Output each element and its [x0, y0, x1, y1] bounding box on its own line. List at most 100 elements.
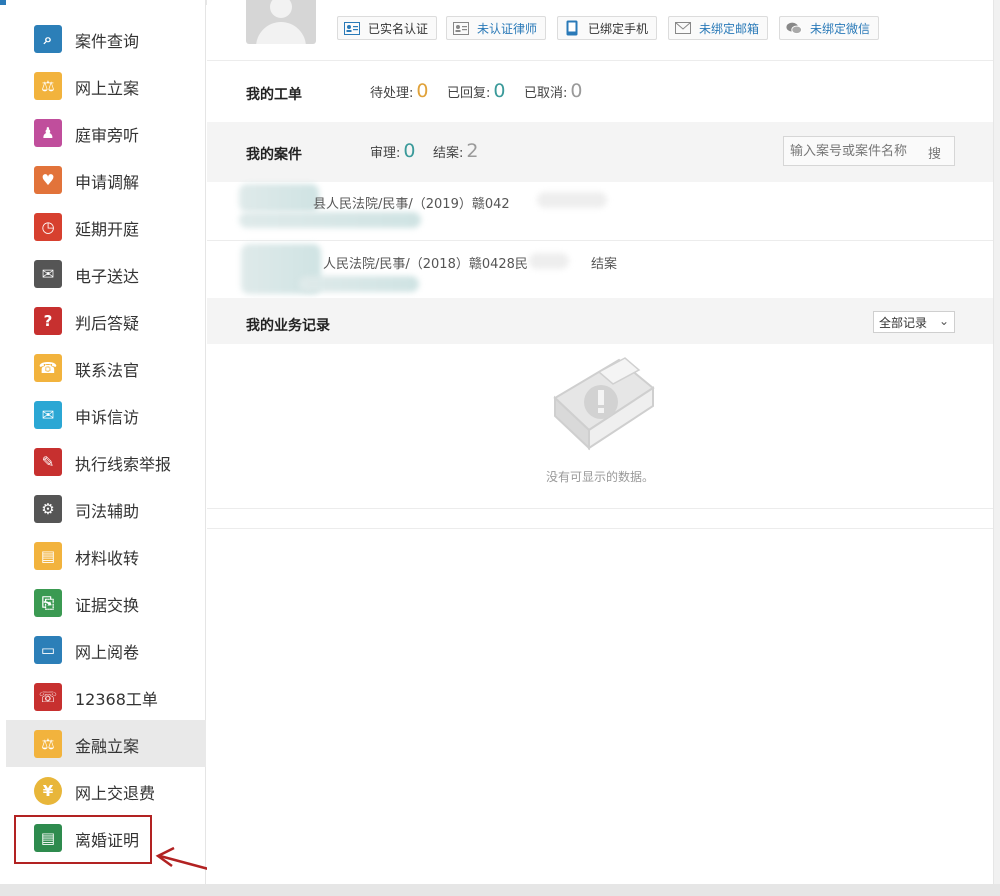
cancelled-label: 已取消:	[524, 86, 568, 101]
sidebar-item-report[interactable]: ✎ 执行线索举报	[6, 438, 206, 485]
badge-phone-device[interactable]: 已绑定手机	[557, 16, 658, 40]
closed-value[interactable]: 2	[466, 140, 478, 162]
sidebar-item-delivery[interactable]: ✉ 电子送达	[6, 250, 206, 297]
replied-label: 已回复:	[447, 86, 491, 101]
closed-stat: 结案: 2	[433, 140, 478, 162]
badge-label: 已实名认证	[368, 21, 429, 36]
badge-id-card[interactable]: 已实名认证	[337, 16, 438, 40]
sidebar-item-assist[interactable]: ⚙ 司法辅助	[6, 485, 206, 532]
divider	[207, 528, 993, 529]
wechat-icon	[786, 21, 802, 35]
sidebar-item-question[interactable]: ? 判后答疑	[6, 297, 206, 344]
handshake-heart-icon: ♥	[34, 166, 62, 194]
redacted-blur	[239, 184, 319, 212]
sidebar-item-label: 联系法官	[75, 361, 140, 380]
sidebar-item-label: 离婚证明	[75, 831, 140, 850]
badge-envelope[interactable]: 未绑定邮箱	[668, 16, 769, 40]
badge-lawyer-card[interactable]: 未认证律师	[446, 16, 547, 40]
scrollbar[interactable]	[993, 0, 1000, 884]
redacted-blur	[299, 276, 419, 292]
badge-label: 未认证律师	[477, 21, 538, 36]
badge-label: 未绑定微信	[810, 21, 871, 36]
trial-value[interactable]: 0	[403, 140, 415, 162]
evidence-icon: ⎘	[34, 589, 62, 617]
case-search-input[interactable]	[784, 137, 924, 165]
sidebar: ⌕ 案件查询 ⚖ 网上立案 ♟ 庭审旁听 ♥ 申请调解 ◷ 延期开庭 ✉ 电子送达 ? 判后答疑 ☎ 联系法官…	[6, 0, 206, 884]
sidebar-item-hotline[interactable]: ☏ 12368工单	[6, 673, 206, 720]
replied-value[interactable]: 0	[493, 80, 505, 102]
cases-title: 我的案件	[246, 147, 302, 163]
sidebar-item-label: 司法辅助	[75, 502, 140, 521]
clock-icon: ◷	[34, 213, 62, 241]
trial-label: 审理:	[370, 146, 401, 161]
sidebar-item-mail[interactable]: ✉ 申诉信访	[6, 391, 206, 438]
sidebar-item-magnifier-book[interactable]: ⌕ 案件查询	[6, 15, 206, 62]
sidebar-item-label: 金融立案	[75, 737, 140, 756]
case-row-1-text: 县人民法院/民事/（2019）赣042	[313, 197, 510, 212]
cancelled-value[interactable]: 0	[570, 80, 582, 102]
sidebar-item-evidence[interactable]: ⎘ 证据交换	[6, 579, 206, 626]
sidebar-item-clock[interactable]: ◷ 延期开庭	[6, 203, 206, 250]
delivery-icon: ✉	[34, 260, 62, 288]
avatar[interactable]	[246, 0, 316, 44]
sidebar-item-label: 电子送达	[75, 267, 140, 286]
top-right-faint-text: ˙˙˙	[895, 0, 913, 8]
sidebar-item-label: 证据交换	[75, 596, 140, 615]
certificate-icon: ▤	[34, 824, 62, 852]
badge-wechat[interactable]: 未绑定微信	[779, 16, 880, 40]
materials-icon: ▤	[34, 542, 62, 570]
main-panel: ˙˙˙ 已实名认证 未认证律师 已绑定手机 未绑定邮箱 未绑定微信 我的工单 待处理: 0…	[207, 0, 993, 884]
redacted-blur	[529, 253, 569, 269]
records-filter-select[interactable]: 全部记录 ⌄	[873, 311, 955, 333]
audience-icon: ♟	[34, 119, 62, 147]
sidebar-item-label: 申诉信访	[75, 408, 140, 427]
hotline-icon: ☏	[34, 683, 62, 711]
sidebar-item-label: 庭审旁听	[75, 126, 140, 145]
avatar-head	[270, 0, 292, 18]
sidebar-item-gavel[interactable]: ⚖ 网上立案	[6, 62, 206, 109]
case-row-2-status: 结案	[591, 257, 618, 272]
records-title: 我的业务记录	[246, 318, 330, 334]
report-icon: ✎	[34, 448, 62, 476]
gavel-icon: ⚖	[34, 72, 62, 100]
closed-label: 结案:	[433, 146, 464, 161]
empty-book-icon	[553, 357, 655, 451]
work-orders-title: 我的工单	[246, 87, 302, 103]
chevron-down-icon: ⌄	[938, 314, 949, 328]
avatar-body	[256, 22, 306, 44]
magnifier-book-icon: ⌕	[34, 25, 62, 53]
empty-state-text: 没有可显示的数据。	[545, 470, 654, 484]
divider	[207, 508, 993, 509]
case-search-button[interactable]: 搜	[928, 143, 941, 162]
mail-icon: ✉	[34, 401, 62, 429]
assist-icon: ⚙	[34, 495, 62, 523]
coin-icon: ¥	[34, 777, 62, 805]
cancelled-stat: 已取消: 0	[524, 80, 582, 102]
sidebar-item-certificate[interactable]: ▤ 离婚证明	[6, 814, 206, 861]
sidebar-item-coin[interactable]: ¥ 网上交退费	[6, 767, 206, 814]
pending-label: 待处理:	[370, 86, 414, 101]
phone-device-icon	[564, 20, 580, 36]
sidebar-item-phone[interactable]: ☎ 联系法官	[6, 344, 206, 391]
sidebar-item-monitor[interactable]: ▭ 网上阅卷	[6, 626, 206, 673]
divider	[207, 240, 993, 241]
sidebar-item-label: 判后答疑	[75, 314, 140, 333]
sidebar-item-handshake-heart[interactable]: ♥ 申请调解	[6, 156, 206, 203]
case-row-2-text: 人民法院/民事/（2018）赣0428民	[323, 257, 528, 272]
divider	[207, 60, 993, 61]
monitor-icon: ▭	[34, 636, 62, 664]
pending-value[interactable]: 0	[416, 80, 428, 102]
lawyer-card-icon	[453, 21, 469, 35]
badge-label: 已绑定手机	[588, 21, 649, 36]
sidebar-item-gavel-finance[interactable]: ⚖ 金融立案	[6, 720, 206, 767]
sidebar-item-audience[interactable]: ♟ 庭审旁听	[6, 109, 206, 156]
sidebar-item-materials[interactable]: ▤ 材料收转	[6, 532, 206, 579]
sidebar-item-label: 网上阅卷	[75, 643, 140, 662]
redacted-blur	[537, 192, 607, 208]
envelope-icon	[675, 21, 691, 35]
pending-stat: 待处理: 0	[370, 80, 428, 102]
sidebar-item-label: 网上交退费	[75, 784, 156, 803]
sidebar-item-label: 案件查询	[75, 32, 140, 51]
sidebar-item-label: 延期开庭	[75, 220, 140, 239]
sidebar-item-label: 申请调解	[75, 173, 140, 192]
